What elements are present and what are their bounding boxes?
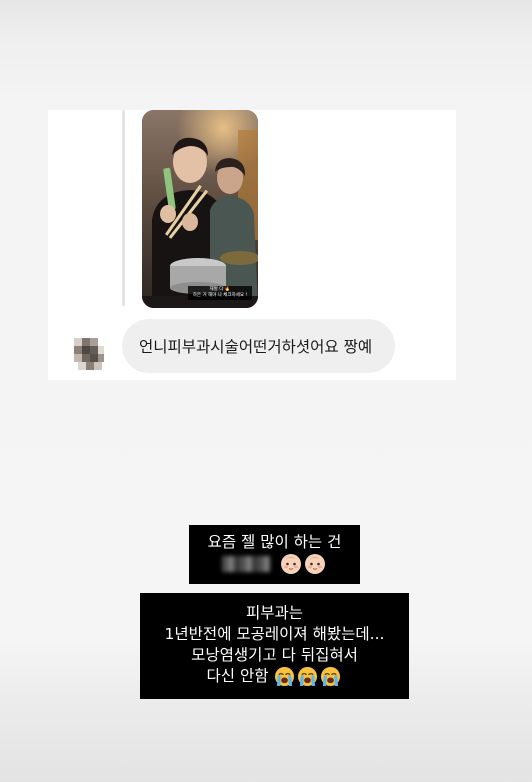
story-caption-line-2: 하은 거 해야 나 체크하세요 !	[192, 293, 248, 298]
story-text-line-6: 다신 안함	[140, 666, 409, 687]
story-text-line-4: 1년반전에 모공레이져 해봤는데...	[164, 625, 385, 643]
loudly-crying-face-icon	[321, 666, 341, 687]
blurred-word	[222, 556, 271, 572]
story-text-line-2	[189, 553, 360, 575]
message-text: 언니피부과시술어떤거하셧어요 짱예	[139, 338, 373, 356]
blurred-avatar[interactable]	[68, 334, 108, 374]
story-text-box-2: 피부과는 1년반전에 모공레이져 해봤는데... 모낭염생기고 다 뒤집혀서 다…	[140, 593, 409, 699]
message-bubble[interactable]: 언니피부과시술어떤거하셧어요 짱예	[122, 319, 396, 373]
story-text-line-3: 피부과는	[245, 604, 304, 622]
story-text-box-1: 요즘 젤 많이 하는 건	[189, 525, 360, 584]
baby-face-icon	[280, 554, 301, 574]
story-text-line-6-text: 다신 안함	[206, 667, 269, 685]
story-reply-thumbnail[interactable]: 재벌 다 🔥 하은 거 해야 나 체크하세요 !	[142, 110, 258, 308]
avatar-image	[68, 334, 108, 374]
loudly-crying-face-icon	[298, 666, 318, 687]
story-caption: 재벌 다 🔥 하은 거 해야 나 체크하세요 !	[188, 286, 252, 300]
reply-quote-line	[122, 110, 125, 306]
dm-card: 재벌 다 🔥 하은 거 해야 나 체크하세요 ! 언니피부과시술어떤거하셧어요 …	[48, 110, 456, 380]
loudly-crying-face-icon	[275, 666, 295, 687]
story-text-line-5: 모낭염생기고 다 뒤집혀서	[191, 646, 358, 664]
story-photo	[142, 110, 258, 308]
story-text-line-1: 요즘 젤 많이 하는 건	[207, 533, 342, 551]
baby-face-icon	[304, 554, 325, 574]
